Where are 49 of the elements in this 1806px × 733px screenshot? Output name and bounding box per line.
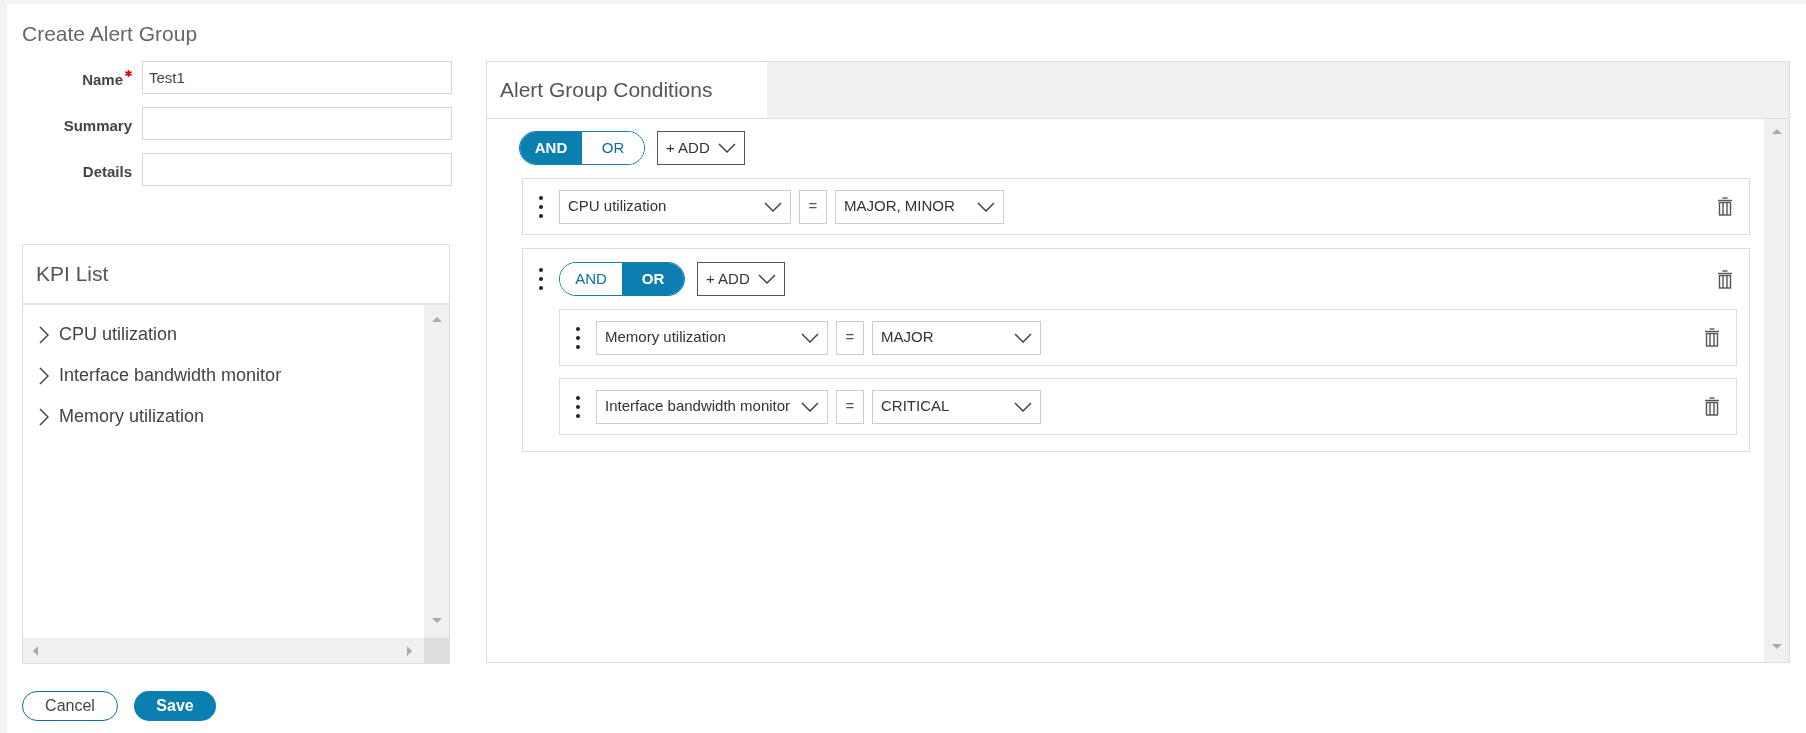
- drag-handle-icon[interactable]: [576, 326, 580, 349]
- field-label: Name: [82, 70, 123, 90]
- page-title: Create Alert Group: [22, 21, 199, 44]
- drag-handle-icon[interactable]: [539, 195, 543, 218]
- toggle-option[interactable]: OR: [622, 263, 684, 295]
- kpi-tree-item[interactable]: Memory utilization: [39, 403, 205, 430]
- trash-icon[interactable]: [1717, 197, 1733, 216]
- kpi-select[interactable]: Interface bandwidth monitor: [596, 389, 828, 424]
- kpi-tree-item[interactable]: CPU utilization: [39, 321, 178, 348]
- chevron-down-icon: [1014, 401, 1032, 412]
- drag-handle-icon[interactable]: [539, 268, 543, 290]
- add-dropdown-button[interactable]: + ADD: [657, 131, 745, 165]
- field-label: Details: [82, 162, 132, 182]
- chevron-down-icon: [757, 274, 776, 284]
- operator-field: =: [836, 320, 864, 355]
- chevron-down-icon: [801, 401, 819, 412]
- text-field[interactable]: Test1: [142, 61, 452, 94]
- severity-select[interactable]: CRITICAL: [872, 389, 1041, 424]
- operator-field: =: [836, 389, 864, 424]
- trash-icon[interactable]: [1704, 328, 1720, 347]
- drag-handle-icon[interactable]: [576, 395, 580, 418]
- severity-select[interactable]: MAJOR, MINOR: [835, 189, 1004, 224]
- chevron-down-icon: [764, 201, 782, 212]
- chevron-down-icon: [801, 332, 819, 343]
- kpi-select[interactable]: CPU utilization: [559, 189, 791, 224]
- panel-title: KPI List: [36, 261, 109, 288]
- chevron-right-icon: [39, 366, 49, 385]
- text-field[interactable]: [142, 153, 452, 186]
- operator-field: =: [799, 189, 827, 224]
- text-field[interactable]: [142, 107, 452, 140]
- vertical-scrollbar[interactable]: [1764, 119, 1789, 662]
- horizontal-scrollbar[interactable]: [23, 638, 424, 663]
- chevron-right-icon: [39, 407, 49, 426]
- chevron-right-icon: [39, 325, 49, 344]
- conditions-tab[interactable]: Alert Group Conditions: [487, 62, 767, 118]
- toggle-option[interactable]: AND: [520, 132, 582, 164]
- cancel-button[interactable]: Cancel: [22, 691, 118, 721]
- chevron-down-icon: [977, 201, 995, 212]
- vertical-scrollbar[interactable]: [424, 305, 449, 638]
- chevron-down-icon: [717, 143, 736, 153]
- add-dropdown-button[interactable]: + ADD: [697, 262, 785, 296]
- kpi-tree-item[interactable]: Interface bandwidth monitor: [39, 362, 282, 389]
- field-label: Summary: [63, 116, 132, 136]
- save-button[interactable]: Save: [134, 691, 216, 721]
- severity-select[interactable]: MAJOR: [872, 320, 1041, 355]
- trash-icon[interactable]: [1717, 269, 1733, 289]
- trash-icon[interactable]: [1704, 397, 1720, 416]
- chevron-down-icon: [1014, 332, 1032, 343]
- kpi-select[interactable]: Memory utilization: [596, 320, 828, 355]
